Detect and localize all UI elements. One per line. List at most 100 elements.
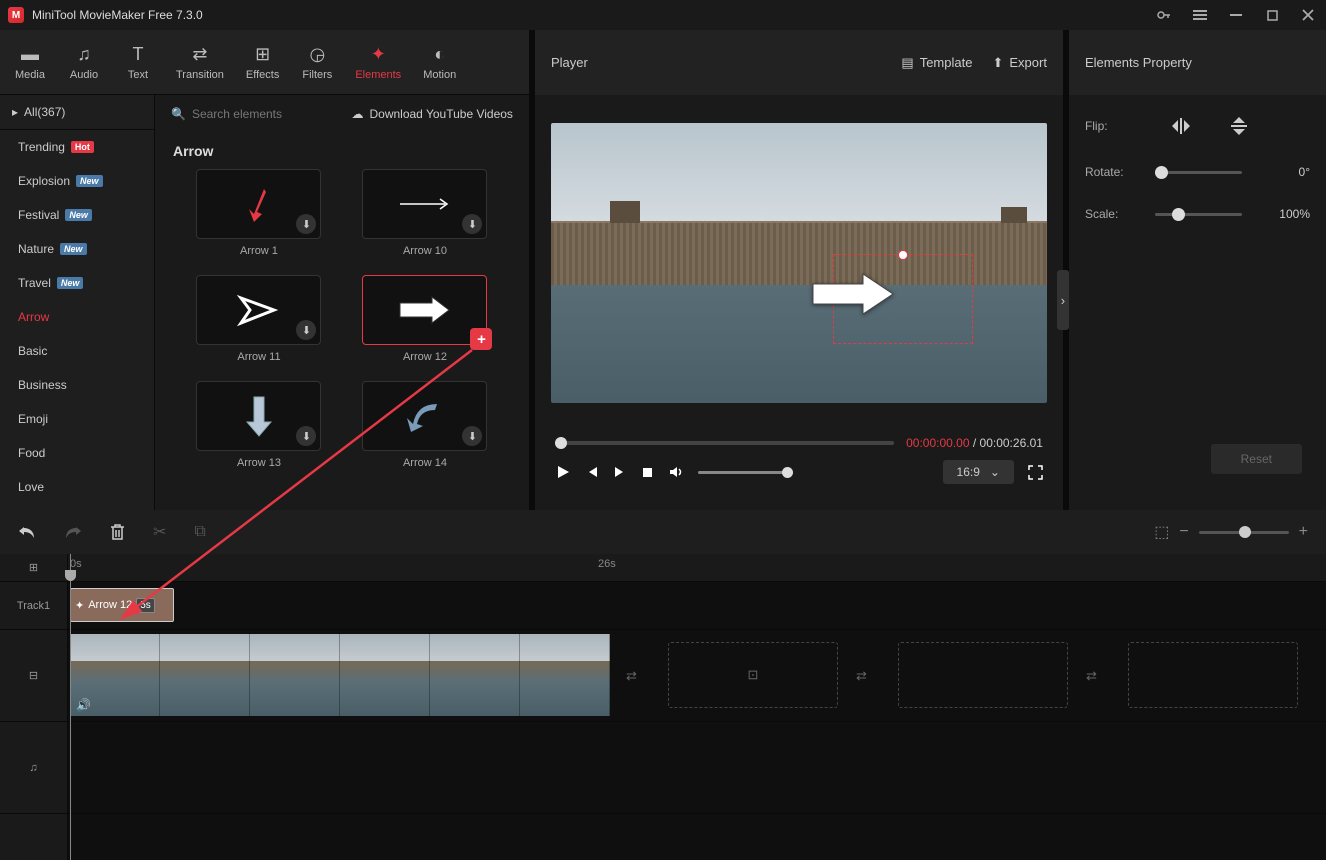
tab-audio[interactable]: ♫Audio [58,38,110,87]
playhead[interactable] [70,554,71,860]
preview-canvas [551,123,1047,403]
download-icon[interactable]: ⬇ [462,214,482,234]
category-basic[interactable]: Basic [0,334,154,368]
chevron-down-icon: ⌄ [990,465,1000,479]
category-nature[interactable]: NatureNew [0,232,154,266]
rotate-slider[interactable] [1155,171,1242,174]
volume-slider[interactable] [698,471,793,474]
empty-slot[interactable] [1128,642,1298,708]
download-icon[interactable]: ⬇ [296,426,316,446]
clip-arrow-12[interactable]: ✦ Arrow 12 5s [70,588,174,622]
download-icon[interactable]: ⬇ [462,426,482,446]
sparkle-icon: ✦ [75,599,84,612]
category-travel[interactable]: TravelNew [0,266,154,300]
element-arrow-13[interactable]: ⬇ Arrow 13 [185,381,333,469]
key-icon[interactable] [1154,5,1174,25]
effects-icon: ⊞ [255,44,270,65]
element-arrow-11[interactable]: ⬇ Arrow 11 [185,275,333,363]
template-button[interactable]: ▤Template [901,55,972,71]
audio-track[interactable] [68,722,1326,814]
aspect-ratio-select[interactable]: 16:9⌄ [943,460,1014,484]
tab-text[interactable]: TText [112,38,164,87]
video-track-icon: ⊟ [0,630,67,722]
empty-slot[interactable]: ⊡ [668,642,838,708]
stop-button[interactable] [641,466,654,479]
timeline-ruler[interactable]: 0s 26s [68,554,1326,582]
app-title: MiniTool MovieMaker Free 7.3.0 [32,8,203,22]
category-all[interactable]: ▸All(367) [0,95,154,130]
transition-icon[interactable]: ⇄ [1086,668,1097,684]
undo-button[interactable] [18,524,36,540]
tab-transition[interactable]: ⇄Transition [166,38,234,87]
element-arrow-1[interactable]: ⬇ Arrow 1 [185,169,333,257]
element-arrow-10[interactable]: ⬇ Arrow 10 [351,169,499,257]
category-trending[interactable]: TrendingHot [0,130,154,164]
properties-title: Elements Property [1069,30,1326,95]
volume-icon[interactable] [668,464,684,480]
element-arrow-14[interactable]: ⬇ Arrow 14 [351,381,499,469]
zoom-in-button[interactable]: + [1299,523,1308,541]
timeline-panel: ✂ ⧉ ⬚ − + ⊞ Track1 ⊟ ♫ 0s 26s ✦ Arro [0,510,1326,860]
crop-button[interactable]: ⧉ [194,523,205,541]
zoom-out-button[interactable]: − [1179,523,1188,541]
maximize-icon[interactable] [1262,5,1282,25]
reset-button[interactable]: Reset [1211,444,1302,474]
tab-media[interactable]: ▬Media [4,38,56,87]
titlebar: M MiniTool MovieMaker Free 7.3.0 [0,0,1326,30]
template-icon: ▤ [901,55,913,71]
empty-slot[interactable] [898,642,1068,708]
fullscreen-button[interactable] [1028,465,1043,480]
tab-effects[interactable]: ⊞Effects [236,38,289,87]
play-button[interactable] [555,464,571,480]
track-1-label: Track1 [0,582,67,630]
elements-track[interactable]: ✦ Arrow 12 5s [68,582,1326,630]
preview-viewport[interactable] [535,95,1063,430]
search-input[interactable]: 🔍Search elements [171,107,282,121]
flip-horizontal-button[interactable] [1167,115,1195,137]
tab-filters[interactable]: ◶Filters [291,38,343,87]
category-emoji[interactable]: Emoji [0,402,154,436]
zoom-slider[interactable] [1199,531,1289,534]
search-icon: 🔍 [171,107,186,121]
export-icon: ⬆ [992,55,1003,71]
transition-icon[interactable]: ⇄ [626,668,637,684]
next-frame-button[interactable] [613,465,627,479]
category-arrow[interactable]: Arrow [0,300,154,334]
add-icon[interactable]: + [470,328,492,350]
element-arrow-12[interactable]: + Arrow 12 [351,275,499,363]
collapse-handle[interactable]: › [1057,270,1069,330]
flip-vertical-button[interactable] [1225,115,1253,137]
prev-frame-button[interactable] [585,465,599,479]
close-icon[interactable] [1298,5,1318,25]
video-track[interactable]: 🔊 ⇄ ⊡ ⇄ ⇄ [68,630,1326,722]
download-videos-link[interactable]: ☁Download YouTube Videos [351,107,512,121]
tab-elements[interactable]: ✦Elements [345,38,411,87]
category-food[interactable]: Food [0,436,154,470]
category-explosion[interactable]: ExplosionNew [0,164,154,198]
elements-grid: ⬇ Arrow 1 ⬇ Arrow 10 ⬇ Arrow 11 + Arrow … [155,169,529,469]
delete-button[interactable] [110,524,125,541]
export-button[interactable]: ⬆Export [992,55,1046,71]
category-love[interactable]: Love [0,470,154,504]
category-festival[interactable]: FestivalNew [0,198,154,232]
video-clip[interactable]: 🔊 [70,634,610,716]
category-business[interactable]: Business [0,368,154,402]
folder-icon: ▬ [21,44,39,65]
tab-motion[interactable]: ◐Motion [413,38,466,87]
seek-slider[interactable] [555,441,894,445]
arrow-element-overlay[interactable] [808,269,898,319]
redo-button[interactable] [64,524,82,540]
split-button[interactable]: ✂ [153,522,166,542]
transition-icon[interactable]: ⇄ [856,668,867,684]
fit-button[interactable]: ⬚ [1154,522,1169,542]
download-icon[interactable]: ⬇ [296,320,316,340]
audio-track-icon: ♫ [0,722,67,814]
minimize-icon[interactable] [1226,5,1246,25]
menu-icon[interactable] [1190,5,1210,25]
add-track-button[interactable]: ⊞ [0,554,67,582]
scale-value: 100% [1262,207,1310,221]
scale-slider[interactable] [1155,213,1242,216]
rotate-value: 0° [1262,165,1310,179]
clip-duration: 5s [136,598,155,613]
download-icon[interactable]: ⬇ [296,214,316,234]
